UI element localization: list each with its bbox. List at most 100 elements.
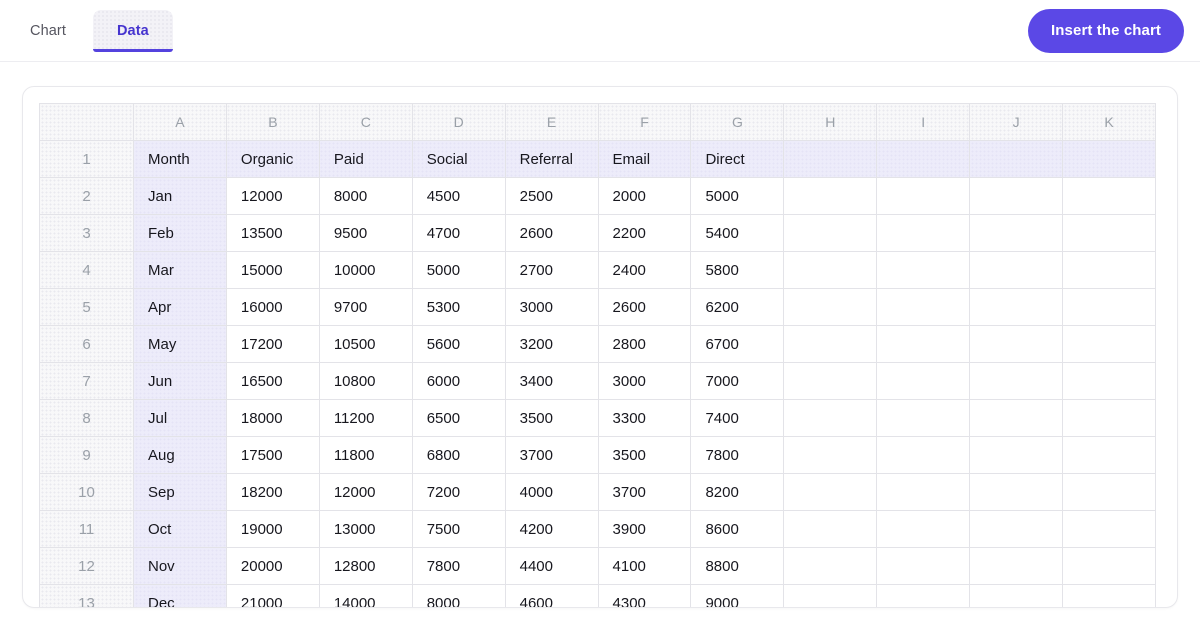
cell-B11[interactable]: 19000 <box>225 510 320 548</box>
cell-B9[interactable]: 17500 <box>225 436 320 474</box>
cell-I10[interactable] <box>876 473 971 511</box>
insert-chart-button[interactable]: Insert the chart <box>1028 8 1184 53</box>
cell-C9[interactable]: 11800 <box>318 436 413 474</box>
cell-A10[interactable]: Sep <box>133 473 227 511</box>
cell-D7[interactable]: 6000 <box>411 362 506 400</box>
cell-H13[interactable] <box>783 584 878 607</box>
cell-I13[interactable] <box>876 584 971 607</box>
cell-G10[interactable]: 8200 <box>690 473 785 511</box>
cell-E6[interactable]: 3200 <box>504 325 599 363</box>
cell-C4[interactable]: 10000 <box>318 251 413 289</box>
cell-I9[interactable] <box>876 436 971 474</box>
cell-I2[interactable] <box>876 177 971 215</box>
cell-J9[interactable] <box>969 436 1064 474</box>
cell-F11[interactable]: 3900 <box>597 510 692 548</box>
tab-data[interactable]: Data <box>92 9 173 52</box>
cell-H9[interactable] <box>783 436 878 474</box>
cell-E10[interactable]: 4000 <box>504 473 599 511</box>
column-header-G[interactable]: G <box>690 103 785 141</box>
row-header-9[interactable]: 9 <box>39 436 134 474</box>
cell-A12[interactable]: Nov <box>133 547 227 585</box>
cell-G13[interactable]: 9000 <box>690 584 785 607</box>
cell-J8[interactable] <box>969 399 1064 437</box>
cell-C3[interactable]: 9500 <box>318 214 413 252</box>
cell-C2[interactable]: 8000 <box>318 177 413 215</box>
cell-A7[interactable]: Jun <box>133 362 227 400</box>
cell-K12[interactable] <box>1062 547 1156 585</box>
row-header-2[interactable]: 2 <box>39 177 134 215</box>
row-header-4[interactable]: 4 <box>39 251 134 289</box>
cell-K9[interactable] <box>1062 436 1156 474</box>
cell-F10[interactable]: 3700 <box>597 473 692 511</box>
cell-K1[interactable] <box>1062 140 1156 178</box>
cell-G1[interactable]: Direct <box>690 140 785 178</box>
cell-B6[interactable]: 17200 <box>225 325 320 363</box>
cell-C1[interactable]: Paid <box>318 140 413 178</box>
cell-J10[interactable] <box>969 473 1064 511</box>
cell-D5[interactable]: 5300 <box>411 288 506 326</box>
cell-F3[interactable]: 2200 <box>597 214 692 252</box>
cell-D1[interactable]: Social <box>411 140 506 178</box>
column-header-I[interactable]: I <box>876 103 971 141</box>
cell-B13[interactable]: 21000 <box>225 584 320 607</box>
cell-C12[interactable]: 12800 <box>318 547 413 585</box>
cell-A4[interactable]: Mar <box>133 251 227 289</box>
cell-B10[interactable]: 18200 <box>225 473 320 511</box>
cell-H7[interactable] <box>783 362 878 400</box>
cell-K2[interactable] <box>1062 177 1156 215</box>
cell-J2[interactable] <box>969 177 1064 215</box>
cell-I3[interactable] <box>876 214 971 252</box>
cell-C5[interactable]: 9700 <box>318 288 413 326</box>
cell-E13[interactable]: 4600 <box>504 584 599 607</box>
cell-H8[interactable] <box>783 399 878 437</box>
cell-C6[interactable]: 10500 <box>318 325 413 363</box>
cell-F8[interactable]: 3300 <box>597 399 692 437</box>
cell-H12[interactable] <box>783 547 878 585</box>
column-header-E[interactable]: E <box>504 103 599 141</box>
cell-G2[interactable]: 5000 <box>690 177 785 215</box>
row-header-11[interactable]: 11 <box>39 510 134 548</box>
cell-K8[interactable] <box>1062 399 1156 437</box>
cell-B2[interactable]: 12000 <box>225 177 320 215</box>
cell-A6[interactable]: May <box>133 325 227 363</box>
cell-A9[interactable]: Aug <box>133 436 227 474</box>
cell-A2[interactable]: Jan <box>133 177 227 215</box>
cell-B3[interactable]: 13500 <box>225 214 320 252</box>
cell-G6[interactable]: 6700 <box>690 325 785 363</box>
cell-D9[interactable]: 6800 <box>411 436 506 474</box>
cell-E12[interactable]: 4400 <box>504 547 599 585</box>
cell-J11[interactable] <box>969 510 1064 548</box>
cell-F9[interactable]: 3500 <box>597 436 692 474</box>
cell-D6[interactable]: 5600 <box>411 325 506 363</box>
cell-A8[interactable]: Jul <box>133 399 227 437</box>
cell-J1[interactable] <box>969 140 1064 178</box>
cell-E11[interactable]: 4200 <box>504 510 599 548</box>
cell-D10[interactable]: 7200 <box>411 473 506 511</box>
cell-E7[interactable]: 3400 <box>504 362 599 400</box>
cell-D2[interactable]: 4500 <box>411 177 506 215</box>
column-header-H[interactable]: H <box>783 103 878 141</box>
cell-A3[interactable]: Feb <box>133 214 227 252</box>
cell-J5[interactable] <box>969 288 1064 326</box>
cell-E3[interactable]: 2600 <box>504 214 599 252</box>
cell-K4[interactable] <box>1062 251 1156 289</box>
cell-E1[interactable]: Referral <box>504 140 599 178</box>
cell-C8[interactable]: 11200 <box>318 399 413 437</box>
cell-B12[interactable]: 20000 <box>225 547 320 585</box>
cell-A5[interactable]: Apr <box>133 288 227 326</box>
cell-G5[interactable]: 6200 <box>690 288 785 326</box>
cell-D8[interactable]: 6500 <box>411 399 506 437</box>
row-header-12[interactable]: 12 <box>39 547 134 585</box>
row-header-5[interactable]: 5 <box>39 288 134 326</box>
column-header-A[interactable]: A <box>133 103 227 141</box>
cell-H11[interactable] <box>783 510 878 548</box>
cell-K11[interactable] <box>1062 510 1156 548</box>
cell-H2[interactable] <box>783 177 878 215</box>
cell-E2[interactable]: 2500 <box>504 177 599 215</box>
cell-J4[interactable] <box>969 251 1064 289</box>
row-header-13[interactable]: 13 <box>39 584 134 607</box>
cell-C11[interactable]: 13000 <box>318 510 413 548</box>
cell-G11[interactable]: 8600 <box>690 510 785 548</box>
cell-I7[interactable] <box>876 362 971 400</box>
cell-E9[interactable]: 3700 <box>504 436 599 474</box>
